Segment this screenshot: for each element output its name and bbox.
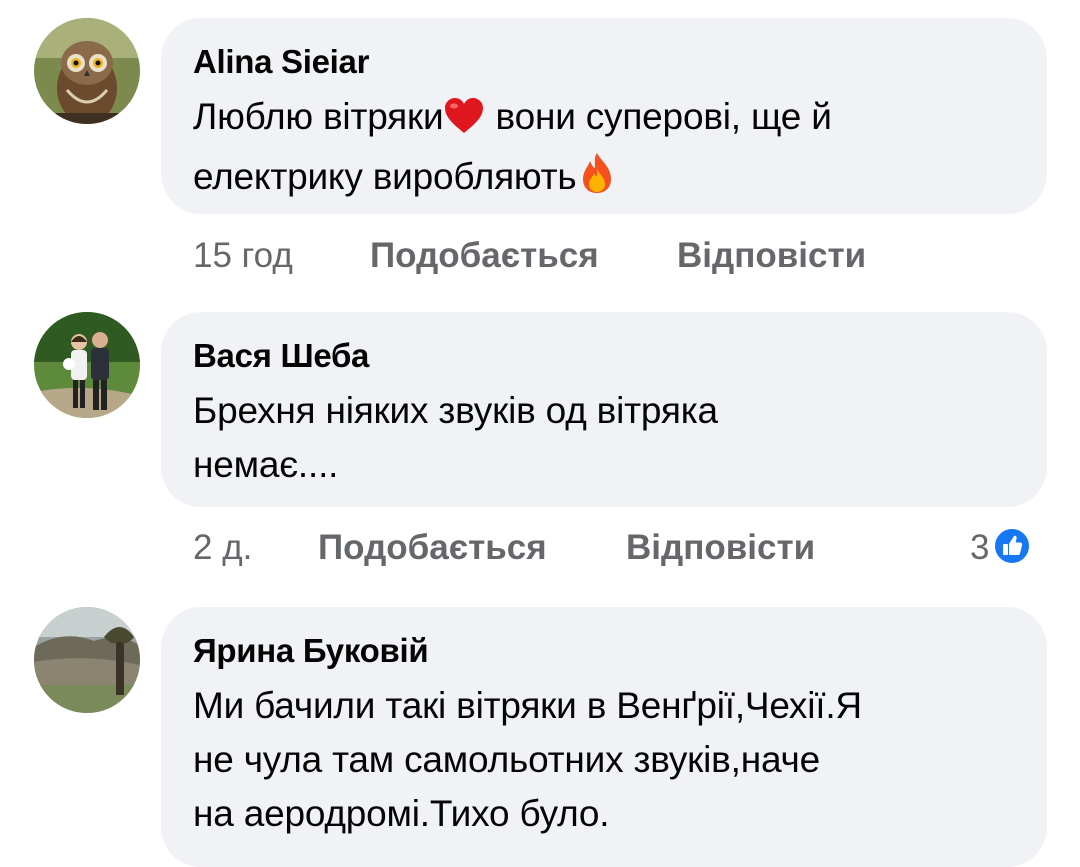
comment-text: Брехня ніяких звуків од вітряка немає...…: [193, 384, 1015, 492]
comment-author[interactable]: Ярина Буковій: [193, 631, 1015, 671]
comment-bubble: Вася Шеба Брехня ніяких звуків од вітряк…: [161, 312, 1047, 507]
comment-text-part: Люблю вітряки: [193, 96, 444, 137]
comment-text-line: немає....: [193, 444, 339, 485]
reaction-summary[interactable]: 3: [970, 526, 1032, 570]
reply-button[interactable]: Відповісти: [626, 526, 815, 570]
reply-button[interactable]: Відповісти: [677, 234, 866, 278]
comment-timestamp[interactable]: 15 год: [193, 234, 293, 278]
like-button[interactable]: Подобається: [370, 234, 599, 278]
comment-text-part: електрику виробляють: [193, 156, 577, 197]
reaction-count: 3: [970, 528, 990, 567]
comment-text-line: на аеродромі.Тихо було.: [193, 793, 610, 834]
comment-author[interactable]: Вася Шеба: [193, 336, 1015, 376]
comment-bubble: Ярина Буковій Ми бачили такі вітряки в В…: [161, 607, 1047, 867]
comment-text-line: не чула там самольотних звуків,наче: [193, 739, 820, 780]
like-icon: [993, 527, 1032, 565]
comment-text: Ми бачили такі вітряки в Венґрії,Чехії.Я…: [193, 679, 1015, 841]
comment-text-line: Брехня ніяких звуків од вітряка: [193, 390, 718, 431]
avatar[interactable]: [34, 312, 140, 418]
landscape-avatar-image: [34, 607, 140, 713]
heart-emoji: [443, 96, 485, 150]
couple-avatar-image: [34, 312, 140, 418]
comment-text-line: Ми бачили такі вітряки в Венґрії,Чехії.Я: [193, 685, 862, 726]
avatar[interactable]: [34, 18, 140, 124]
owl-avatar-image: [34, 18, 140, 124]
fire-emoji: [577, 151, 617, 210]
comment-text: Люблю вітряки вони суперові, ще й електр…: [193, 90, 1015, 210]
avatar[interactable]: [34, 607, 140, 713]
like-button[interactable]: Подобається: [318, 526, 547, 570]
comment-text-part: вони суперові, ще й: [485, 96, 832, 137]
comment-bubble: Alina Sieiar Люблю вітряки вони суперові…: [161, 18, 1047, 214]
comment-author[interactable]: Alina Sieiar: [193, 42, 1015, 82]
comment-timestamp[interactable]: 2 д.: [193, 526, 252, 570]
